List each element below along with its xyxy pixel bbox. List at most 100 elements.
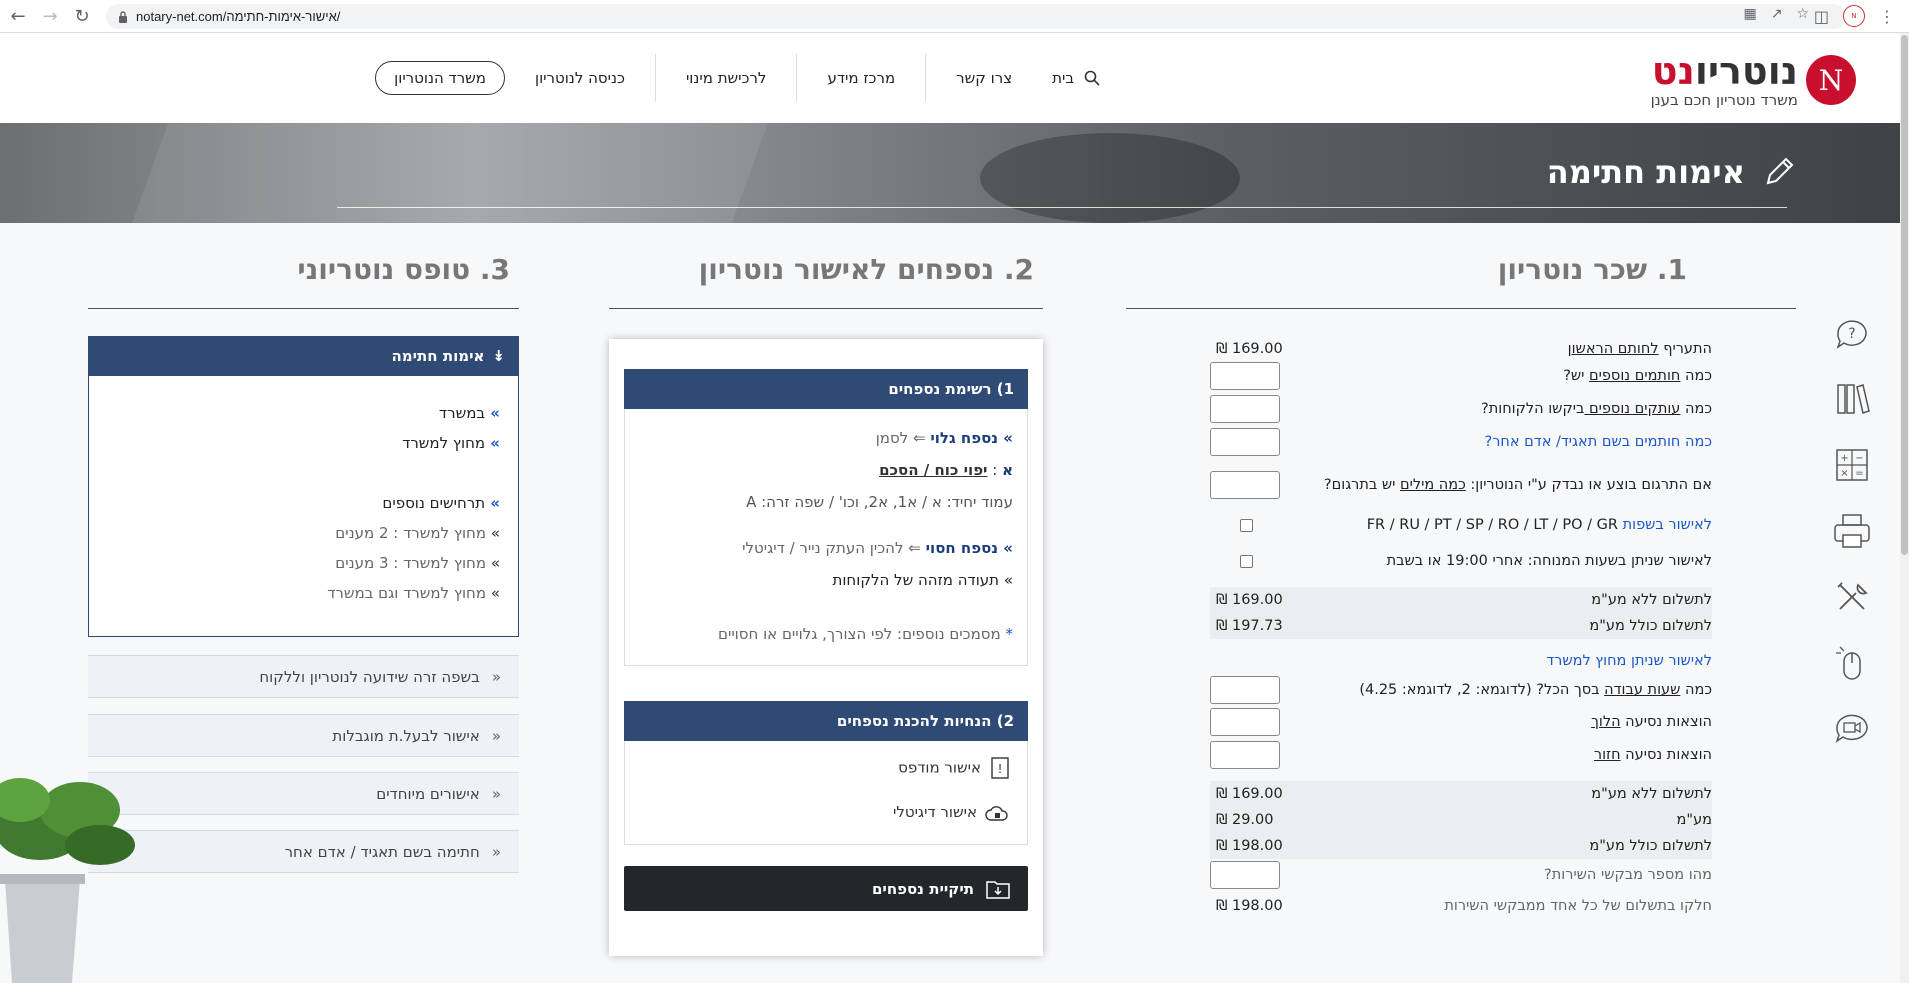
banner-decoration xyxy=(131,123,769,223)
bookmark-star-icon[interactable]: ☆ xyxy=(1796,6,1809,22)
fee-label: הוצאות נסיעה xyxy=(1620,714,1712,730)
fee-label: מע"מ xyxy=(1676,812,1712,828)
cloud-lock-icon xyxy=(985,805,1008,821)
svg-text:−: − xyxy=(1855,453,1863,464)
travel-back-link[interactable]: חזור xyxy=(1594,747,1621,763)
calculator-icon[interactable]: + −× = xyxy=(1832,445,1872,485)
translation-words-input[interactable] xyxy=(1210,471,1280,499)
after-hours-checkbox[interactable] xyxy=(1240,554,1253,568)
form-link-outside-office[interactable]: » מחוץ למשרד xyxy=(402,434,500,452)
menu-item-contact[interactable]: צרו קשר xyxy=(926,54,1042,102)
menu-divider xyxy=(796,54,798,102)
office-button[interactable]: משרד הנוטריון xyxy=(375,61,505,95)
hidden-appendix-link[interactable]: » נספח חסוי xyxy=(926,539,1013,557)
languages-checkbox[interactable] xyxy=(1240,518,1253,532)
printed-document-icon: ! xyxy=(991,757,1009,779)
work-hours-link[interactable]: שעות עבודה xyxy=(1604,682,1680,698)
banner-divider xyxy=(337,207,1787,208)
fee-label: חלקו בתשלום של כל אחד ממבקשי השירות xyxy=(1444,898,1712,914)
help-bubble-icon[interactable]: ? xyxy=(1832,313,1872,353)
accordion-foreign-language[interactable]: « בשפה זרה שידועה לנוטריון וללקוח xyxy=(88,655,519,698)
accordion-header-label: אימות חתימה xyxy=(391,347,485,365)
travel-back-input[interactable] xyxy=(1210,741,1280,769)
page-scrollbar[interactable] xyxy=(1900,33,1909,983)
extra-signers-input[interactable] xyxy=(1210,362,1280,390)
fee-label: לתשלום ללא מע"מ xyxy=(1591,592,1712,608)
books-icon[interactable] xyxy=(1832,379,1872,419)
browser-toolbar: ← → ↻ notary-net.com/אישור-אימות-חתימה/ … xyxy=(0,0,1909,33)
travel-out-input[interactable] xyxy=(1210,708,1280,736)
menu-item-info-center[interactable]: מרכז מידע xyxy=(797,54,925,102)
accordion-header-signature[interactable]: ↡ אימות חתימה xyxy=(88,336,519,376)
accordion-corporate-signature[interactable]: « חתימה בשם תאגיד / אדם אחר xyxy=(88,830,519,873)
menu-item-subscription[interactable]: לרכישת מינוי xyxy=(656,54,797,102)
chevron-icon: » xyxy=(485,434,500,452)
fee-row-requesters: מהו מספר מבקשי השירות? xyxy=(1210,861,1712,889)
printed-approval-label: אישור מודפס xyxy=(898,758,981,777)
printed-approval-item[interactable]: ! אישור מודפס xyxy=(898,757,1009,779)
accordion-disability[interactable]: « אישור לבעל.ת מוגבלות xyxy=(88,714,519,757)
form-link-outside-and-in-office[interactable]: » מחוץ למשרד וגם במשרד xyxy=(327,584,500,602)
fee-row-travel-out: הוצאות נסיעה הלוך xyxy=(1210,708,1712,736)
form-link-label: מחוץ למשרד וגם במשרד xyxy=(327,584,487,602)
address-bar[interactable]: notary-net.com/אישור-אימות-חתימה/ xyxy=(106,4,1846,29)
fee-value: 198.00 ₪ xyxy=(1216,898,1283,914)
forward-icon[interactable]: → xyxy=(36,2,64,30)
site-logo[interactable]: N נוטריונט משרד נוטריון חכם בענן xyxy=(1626,49,1856,109)
work-hours-input[interactable] xyxy=(1210,676,1280,704)
fee-value: 169.00 ₪ xyxy=(1216,786,1283,802)
appendix-letter: א xyxy=(1002,461,1013,479)
extra-copies-link[interactable]: עותקים נוספים xyxy=(1584,401,1680,417)
requesters-input[interactable] xyxy=(1210,861,1280,889)
fee-label: ביקשו הלקוחות? xyxy=(1481,401,1585,417)
scrollbar-thumb[interactable] xyxy=(1901,35,1908,555)
search-icon[interactable] xyxy=(1084,70,1100,86)
download-appendix-folder-button[interactable]: תיקיית נספחים xyxy=(624,866,1028,911)
visible-appendix-link[interactable]: » נספח גלוי xyxy=(930,429,1013,447)
chevron-double-left-icon: « xyxy=(491,726,501,745)
form-link-label: מחוץ למשרד : 2 מענים xyxy=(335,524,487,542)
form-link-more-scenarios[interactable]: » תרחישים נוספים xyxy=(382,494,500,512)
corporate-signers-input[interactable] xyxy=(1210,428,1280,456)
fee-value: 197.73 ₪ xyxy=(1216,618,1283,634)
more-docs-text: מסמכים נוספים: לפי הצורך, גלויים או חסוי… xyxy=(718,625,1001,643)
word-count-link[interactable]: כמה מילים xyxy=(1400,477,1466,493)
fee-label: כמה xyxy=(1680,682,1712,698)
side-panel-icon[interactable]: ◫ xyxy=(1814,7,1829,26)
first-signer-link[interactable]: לחותם הראשון xyxy=(1568,341,1659,357)
fee-label: כמה xyxy=(1680,368,1712,384)
url-text: notary-net.com/אישור-אימות-חתימה/ xyxy=(136,9,341,24)
languages-link[interactable]: לאישור בשפות xyxy=(1618,517,1712,533)
corporate-signers-link[interactable]: כמה חותמים בשם תאגיד/ אדם אחר? xyxy=(1485,434,1713,450)
fee-row-subtotal-2: לתשלום ללא מע"מ 169.00 ₪ xyxy=(1210,781,1712,807)
form-link-three-addresses[interactable]: » מחוץ למשרד : 3 מענים xyxy=(335,554,500,572)
fee-label: יש בתרגום? xyxy=(1323,477,1400,493)
form-link-in-office[interactable]: » במשרד xyxy=(439,404,500,422)
fee-row-vat: מע"מ 29.00 ₪ xyxy=(1210,807,1712,833)
menu-kebab-icon[interactable]: ⋮ xyxy=(1879,7,1895,26)
outside-office-link[interactable]: לאישור שניתן מחוץ למשרד xyxy=(1546,653,1712,669)
extra-signers-link[interactable]: חותמים נוספים xyxy=(1589,368,1680,384)
profile-avatar[interactable]: N xyxy=(1843,5,1865,27)
fee-row-extra-signers: כמה חותמים נוספים יש? xyxy=(1210,362,1712,390)
plant-decoration xyxy=(0,778,135,983)
accordion-special-approvals[interactable]: « אישורים מיוחדים xyxy=(88,772,519,815)
tools-icon[interactable] xyxy=(1832,577,1872,617)
digital-approval-item[interactable]: אישור דיגיטלי xyxy=(893,803,1009,822)
extra-copies-input[interactable] xyxy=(1210,395,1280,423)
translate-icon[interactable]: ▦ xyxy=(1743,6,1756,22)
video-chat-icon[interactable] xyxy=(1832,709,1872,749)
fee-row-share: חלקו בתשלום של כל אחד ממבקשי השירות 198.… xyxy=(1210,894,1712,918)
appendix-a-text: יפוי כוח / הסכם xyxy=(879,461,988,479)
fee-label: לתשלום כולל מע"מ xyxy=(1589,838,1712,854)
mouse-icon[interactable] xyxy=(1832,643,1872,683)
menu-item-home[interactable]: בית xyxy=(1042,54,1084,102)
printer-icon[interactable] xyxy=(1832,511,1872,551)
menu-item-notary-login[interactable]: כניסה לנוטריון xyxy=(505,54,655,102)
accordion-fold-label: בשפה זרה שידועה לנוטריון וללקוח xyxy=(259,667,480,686)
share-icon[interactable]: ↗ xyxy=(1771,6,1783,22)
form-link-two-addresses[interactable]: » מחוץ למשרד : 2 מענים xyxy=(335,524,500,542)
travel-out-link[interactable]: הלוך xyxy=(1591,714,1620,730)
reload-icon[interactable]: ↻ xyxy=(68,2,96,30)
back-icon[interactable]: ← xyxy=(4,2,32,30)
